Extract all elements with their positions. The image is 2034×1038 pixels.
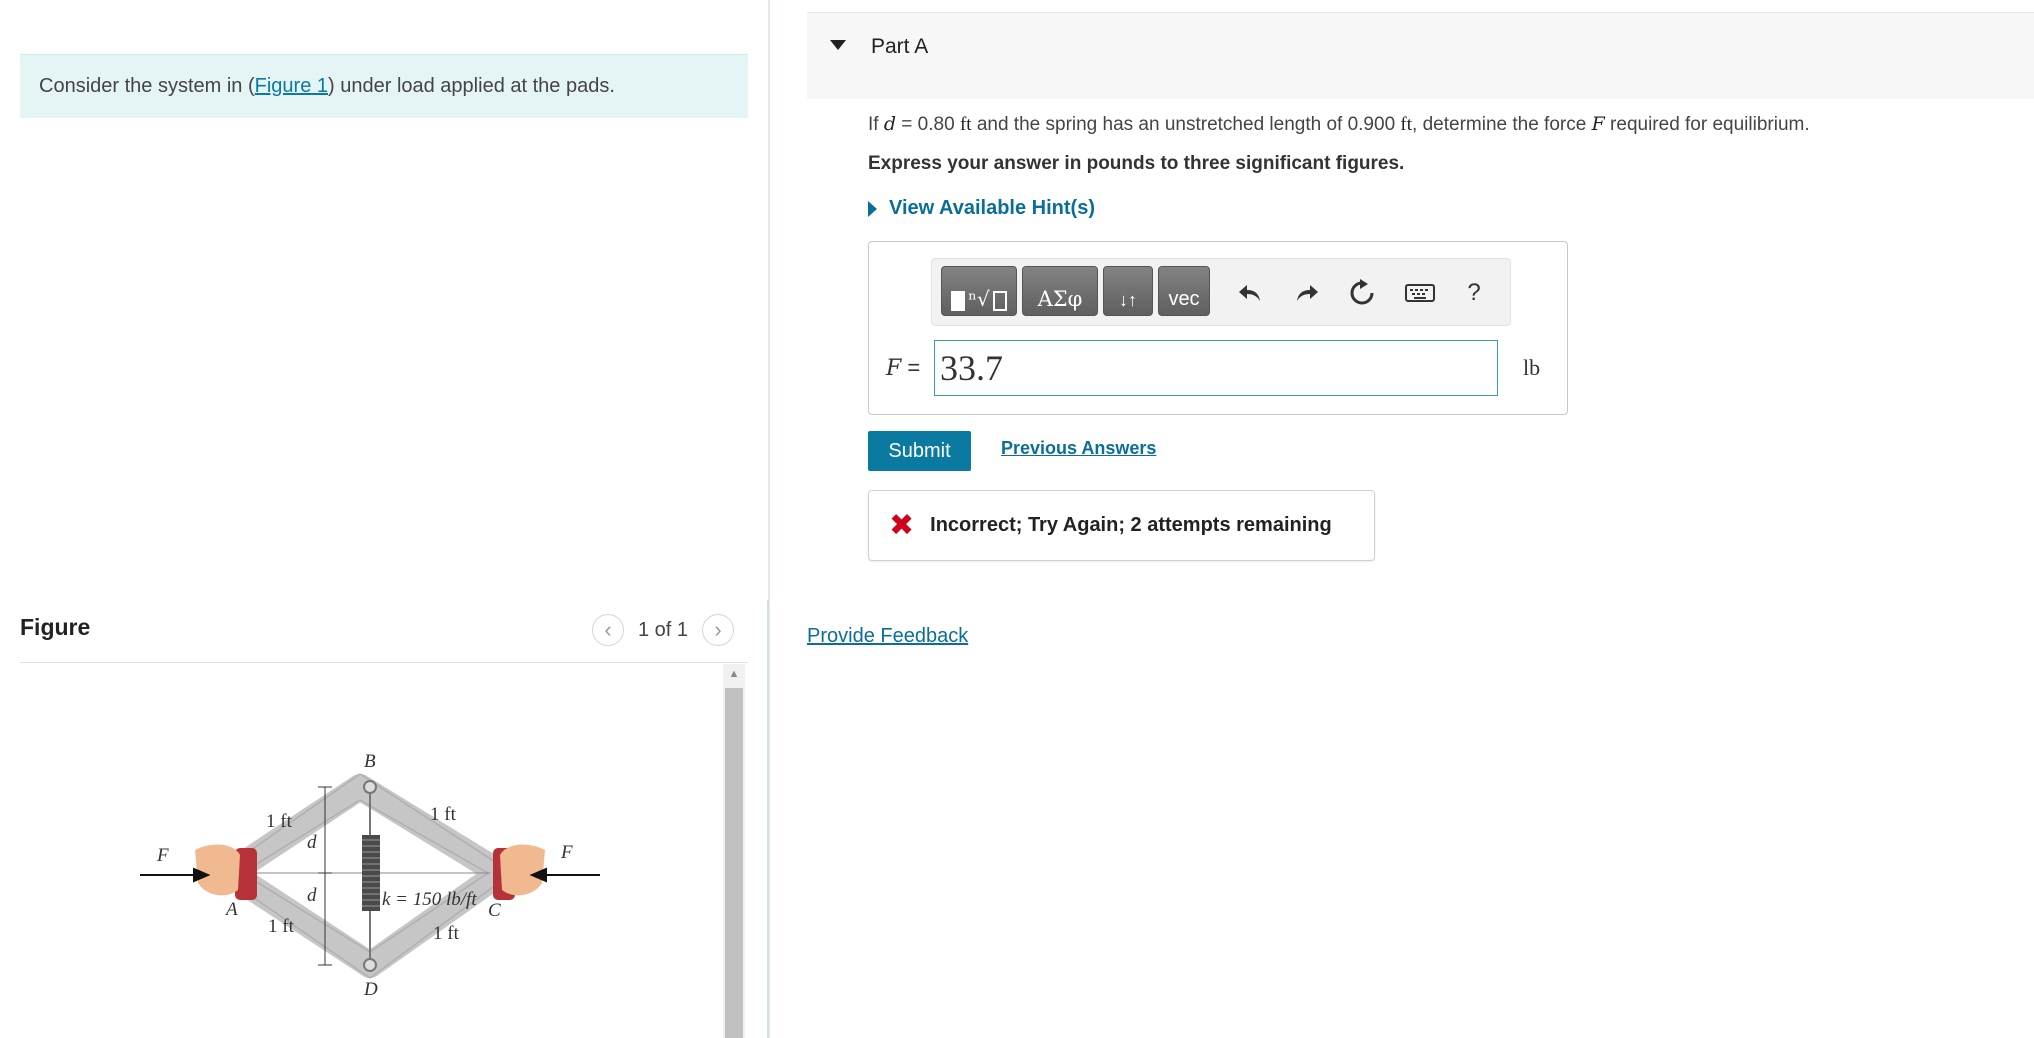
q-var-F: F bbox=[1591, 113, 1605, 135]
scrollbar-thumb[interactable] bbox=[725, 688, 743, 1038]
figure-heading: Figure bbox=[20, 614, 91, 640]
undo-button[interactable] bbox=[1230, 273, 1270, 313]
keyboard-icon bbox=[1405, 284, 1435, 302]
templates-icon: ⁿ√ bbox=[951, 287, 1007, 311]
help-button[interactable]: ? bbox=[1454, 273, 1494, 313]
q-text-2: = 0.80 bbox=[896, 114, 960, 135]
submit-button[interactable]: Submit bbox=[868, 431, 971, 471]
q-var-d: d bbox=[883, 113, 897, 135]
label-D: D bbox=[363, 979, 378, 1000]
q-text-5: required for equilibrium. bbox=[1604, 114, 1810, 135]
vector-button[interactable]: vec bbox=[1158, 266, 1210, 316]
incorrect-x-icon: ✖ bbox=[889, 508, 915, 542]
q-text-4: , determine the force bbox=[1412, 114, 1592, 135]
figure-next-button[interactable]: › bbox=[702, 614, 735, 646]
figure-prev-button[interactable]: ‹ bbox=[592, 614, 624, 646]
instruction-text: Express your answer in pounds to three s… bbox=[868, 153, 1405, 174]
separator-accent bbox=[767, 600, 769, 1038]
reset-icon bbox=[1350, 279, 1374, 305]
label-1ft-upper-left: 1 ft bbox=[266, 811, 293, 832]
problem-text-after: ) under load applied at the pads. bbox=[328, 75, 615, 97]
reset-button[interactable] bbox=[1342, 273, 1382, 313]
label-C: C bbox=[488, 900, 501, 921]
figure-link[interactable]: Figure 1 bbox=[255, 75, 328, 98]
divider bbox=[20, 662, 748, 663]
figure-pager: ‹ 1 of 1 › bbox=[592, 613, 735, 647]
caret-right-icon bbox=[868, 200, 877, 217]
answer-variable-label: F = bbox=[886, 355, 920, 381]
chevron-left-icon: ‹ bbox=[604, 617, 612, 642]
label-B: B bbox=[364, 751, 376, 772]
feedback-message: ✖ Incorrect; Try Again; 2 attempts remai… bbox=[868, 490, 1375, 561]
view-hints-label: View Available Hint(s) bbox=[889, 197, 1095, 219]
undo-icon bbox=[1239, 285, 1260, 301]
q-text-1: If bbox=[868, 114, 884, 135]
label-F-left: F bbox=[156, 845, 169, 866]
figure-count: 1 of 1 bbox=[638, 618, 689, 641]
previous-answers-link[interactable]: Previous Answers bbox=[1001, 438, 1156, 459]
templates-button[interactable]: ⁿ√ bbox=[941, 266, 1017, 316]
provide-feedback-link[interactable]: Provide Feedback bbox=[807, 625, 968, 648]
redo-button[interactable] bbox=[1287, 273, 1327, 313]
left-pad-hand bbox=[195, 844, 257, 900]
label-1ft-upper-right: 1 ft bbox=[430, 804, 457, 825]
figure-diagram: B D A C F F d d k = 150 lb/ft 1 ft 1 ft … bbox=[140, 751, 600, 1000]
label-1ft-lower-left: 1 ft bbox=[268, 916, 295, 937]
q-unit-ft: ft bbox=[959, 114, 972, 135]
answer-input[interactable]: 33.7 bbox=[934, 340, 1498, 396]
problem-text-before: Consider the system in ( bbox=[39, 75, 255, 97]
part-header[interactable] bbox=[807, 12, 2034, 99]
math-toolbar: ⁿ√ ΑΣφ ↓↑ vec ? bbox=[931, 258, 1511, 326]
problem-statement: Consider the system in (Figure 1) under … bbox=[20, 54, 748, 118]
chevron-right-icon: › bbox=[714, 617, 722, 642]
answer-unit: lb bbox=[1523, 355, 1541, 380]
answer-variable: F bbox=[886, 356, 902, 381]
label-F-right: F bbox=[560, 842, 573, 863]
keyboard-button[interactable] bbox=[1400, 273, 1440, 313]
part-title: Part A bbox=[871, 35, 929, 58]
question-text: If d = 0.80 ft and the spring has an uns… bbox=[868, 113, 1810, 136]
greek-symbols-button[interactable]: ΑΣφ bbox=[1022, 266, 1098, 316]
spring-constant-label: k = 150 lb/ft bbox=[382, 889, 477, 910]
left-panel: Consider the system in (Figure 1) under … bbox=[0, 0, 768, 1038]
scroll-up-arrow-icon[interactable]: ▲ bbox=[723, 664, 745, 684]
spring-coil bbox=[362, 835, 380, 911]
answer-equals: = bbox=[901, 355, 921, 380]
subscript-superscript-button[interactable]: ↓↑ bbox=[1103, 266, 1153, 316]
label-A: A bbox=[224, 899, 238, 920]
redo-icon bbox=[1297, 285, 1318, 301]
feedback-text: Incorrect; Try Again; 2 attempts remaini… bbox=[930, 514, 1332, 536]
collapse-triangle-icon[interactable] bbox=[830, 40, 846, 50]
label-d-upper: d bbox=[307, 832, 317, 853]
label-d-lower: d bbox=[307, 885, 317, 906]
view-hints-toggle[interactable]: View Available Hint(s) bbox=[868, 197, 1095, 220]
q-text-3: and the spring has an unstretched length… bbox=[971, 114, 1401, 135]
label-1ft-lower-right: 1 ft bbox=[433, 923, 460, 944]
q-unit-ft-2: ft bbox=[1400, 114, 1413, 135]
